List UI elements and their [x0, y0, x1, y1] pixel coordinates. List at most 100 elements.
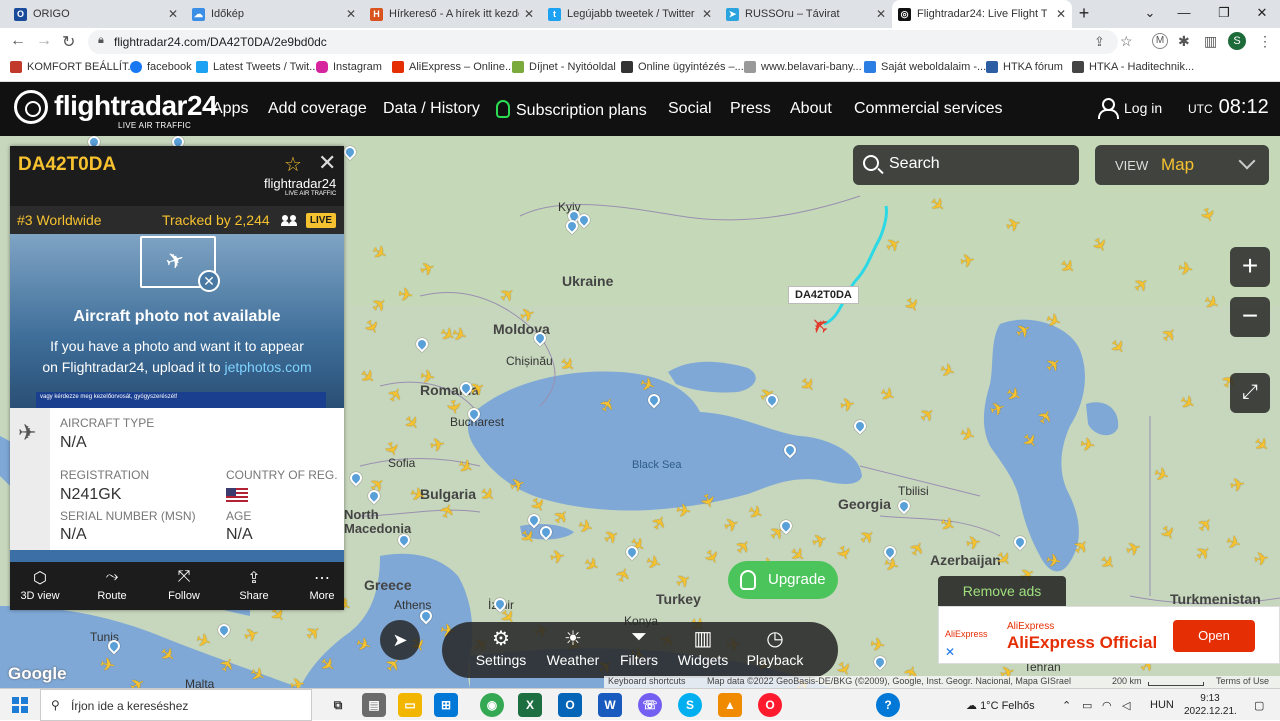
traffic-plane-icon[interactable]: ✈ [1228, 474, 1246, 496]
traffic-plane-icon[interactable]: ✈ [1252, 548, 1270, 570]
playback-button[interactable]: ◷ Playback [740, 622, 810, 678]
url-text[interactable]: flightradar24.com/DA42T0DA/2e9bd0dc [114, 35, 327, 49]
bookmark-htka-forum[interactable]: HTKA fórum [986, 61, 1063, 73]
traffic-plane-icon[interactable]: ✈ [428, 434, 446, 456]
view-selector[interactable]: VIEW Map [1095, 145, 1269, 185]
skype-icon[interactable]: S [678, 693, 702, 717]
close-window-button[interactable]: ✕ [1242, 0, 1280, 28]
viber-icon[interactable]: ☏ [638, 693, 662, 717]
menu-kebab-icon[interactable]: ⋮ [1258, 33, 1272, 50]
3d-view-button[interactable]: ⬡ 3D view [10, 562, 70, 610]
traffic-plane-icon[interactable]: ✈ [548, 546, 566, 568]
traffic-plane-icon[interactable]: ✈ [868, 634, 886, 656]
more-button[interactable]: ⋯ More [292, 562, 344, 610]
traffic-plane-icon[interactable]: ✈ [838, 394, 856, 416]
bookmark-twitter[interactable]: Latest Tweets / Twit... [196, 61, 318, 73]
weather-widget[interactable]: ☁ 1°C Felhős [966, 699, 1035, 712]
follow-button[interactable]: ⤧ Follow [154, 562, 214, 610]
share-button[interactable]: ⇪ Share [224, 562, 284, 610]
traffic-plane-icon[interactable]: ✈ [396, 284, 414, 306]
close-icon[interactable]: ✕ [702, 7, 712, 21]
traffic-plane-icon[interactable]: ✈ [288, 674, 306, 688]
bookmark-crown-icon[interactable]: ☆ [284, 152, 302, 177]
tray-chevron-icon[interactable]: ⌃ [1062, 699, 1071, 712]
profile-avatar[interactable]: S [1228, 32, 1246, 50]
close-icon[interactable]: ✕ [346, 7, 356, 21]
extensions-icon[interactable]: ✱ [1178, 33, 1190, 50]
bookmark-instagram[interactable]: Instagram [316, 61, 382, 73]
nav-apps[interactable]: Apps [212, 100, 248, 118]
wifi-icon[interactable]: ◠ [1102, 699, 1112, 712]
tracked-flight-label[interactable]: DA42T0DA [788, 286, 859, 304]
taskbar-search[interactable]: ⚲ Írjon ide a kereséshez [40, 689, 312, 721]
nav-press[interactable]: Press [730, 100, 771, 118]
bookmark-belavari[interactable]: www.belavari-bany... [744, 61, 862, 73]
traffic-plane-icon[interactable]: ✈ [1176, 258, 1194, 280]
taskbar-clock[interactable]: 9:13 2022.12.21. [1184, 692, 1237, 718]
nav-social[interactable]: Social [668, 100, 712, 118]
outlook-icon[interactable]: O [558, 693, 582, 717]
fullscreen-button[interactable]: ⤢ [1230, 373, 1270, 413]
traffic-plane-icon[interactable]: ✈ [98, 654, 116, 676]
back-icon[interactable]: ← [10, 32, 26, 50]
opera-icon[interactable]: O [758, 693, 782, 717]
filters-button[interactable]: ⏷ Filters [604, 622, 674, 678]
nav-add-coverage[interactable]: Add coverage [268, 100, 367, 118]
traffic-plane-icon[interactable]: ✈ [442, 398, 464, 416]
traffic-plane-icon[interactable]: ✈ [674, 500, 692, 522]
bookmark-htka-haditechnika[interactable]: HTKA - Haditechnik... [1072, 61, 1194, 73]
tab-origo[interactable]: O ORIGO ✕ [8, 0, 184, 28]
locate-me-button[interactable]: ➤ [380, 620, 420, 660]
bookmark-ugyintezes[interactable]: Online ügyintézés –... [621, 61, 744, 73]
close-ad-icon[interactable]: ✕ [945, 645, 955, 659]
url-bar[interactable]: 🔒︎ flightradar24.com/DA42T0DA/2e9bd0dc [88, 30, 1118, 54]
nav-commercial-services[interactable]: Commercial services [854, 100, 1002, 118]
keyboard-shortcuts-link[interactable]: Keyboard shortcuts [608, 676, 686, 686]
store-icon[interactable]: ⊞ [434, 693, 458, 717]
vlc-icon[interactable]: ▲ [718, 693, 742, 717]
maximize-button[interactable]: ❐ [1204, 0, 1244, 28]
tab-telegram[interactable]: ➤ RUSSOru – Távirat ✕ [720, 0, 892, 28]
ad-open-button[interactable]: Open [1173, 620, 1255, 652]
extension-m-icon[interactable]: M [1152, 33, 1168, 49]
close-icon[interactable]: ✕ [168, 7, 178, 21]
traffic-plane-icon[interactable]: ✈ [958, 250, 976, 272]
help-icon[interactable]: ? [876, 693, 900, 717]
jetphotos-link[interactable]: jetphotos.com [224, 359, 311, 375]
windows-start-icon[interactable] [12, 697, 28, 713]
close-panel-icon[interactable]: ✕ [318, 150, 336, 176]
files-icon[interactable]: ▤ [362, 693, 386, 717]
zoom-out-button[interactable]: − [1230, 297, 1270, 337]
traffic-plane-icon[interactable]: ✈ [1078, 434, 1096, 456]
settings-button[interactable]: ⚙ Settings [466, 622, 536, 678]
forward-icon[interactable]: → [36, 32, 52, 50]
new-tab-button[interactable]: + [1064, 0, 1104, 28]
bookmark-komfort[interactable]: KOMFORT BEÁLLÍT... [10, 61, 137, 73]
traffic-plane-icon[interactable]: ✈ [418, 366, 436, 388]
weather-button[interactable]: ☀ Weather [538, 622, 608, 678]
bookmark-star-icon[interactable]: ☆ [1120, 33, 1133, 50]
task-view-icon[interactable]: ⧉ [326, 693, 350, 717]
upgrade-button[interactable]: Upgrade [728, 561, 838, 599]
explorer-icon[interactable]: ▭ [398, 693, 422, 717]
minimize-button[interactable]: — [1164, 0, 1204, 28]
nav-data-history[interactable]: Data / History [383, 100, 480, 118]
route-button[interactable]: ⤳ Route [82, 562, 142, 610]
bookmark-facebook[interactable]: facebook [130, 61, 192, 73]
network-icon[interactable]: ▭ [1082, 699, 1092, 712]
tab-twitter[interactable]: t Legújabb tweetek / Twitter ✕ [542, 0, 718, 28]
close-icon[interactable]: ✕ [524, 7, 534, 21]
word-icon[interactable]: W [598, 693, 622, 717]
bookmark-aliexpress[interactable]: AliExpress – Online... [392, 61, 514, 73]
login-button[interactable]: Log in [1098, 98, 1162, 119]
close-icon[interactable]: ✕ [876, 7, 886, 21]
bookmark-sajat[interactable]: Saját weboldalaim -... [864, 61, 986, 73]
reload-icon[interactable]: ↻ [62, 32, 75, 52]
chrome-icon[interactable]: ◉ [480, 693, 504, 717]
map-search[interactable]: Search [853, 145, 1079, 185]
volume-icon[interactable]: ◁ [1122, 699, 1130, 712]
terms-link[interactable]: Terms of Use [1216, 676, 1269, 686]
traffic-plane-icon[interactable]: ✈ [964, 532, 982, 554]
side-panel-icon[interactable]: ▥ [1204, 33, 1217, 50]
ad-title[interactable]: AliExpress Official [1007, 633, 1157, 653]
